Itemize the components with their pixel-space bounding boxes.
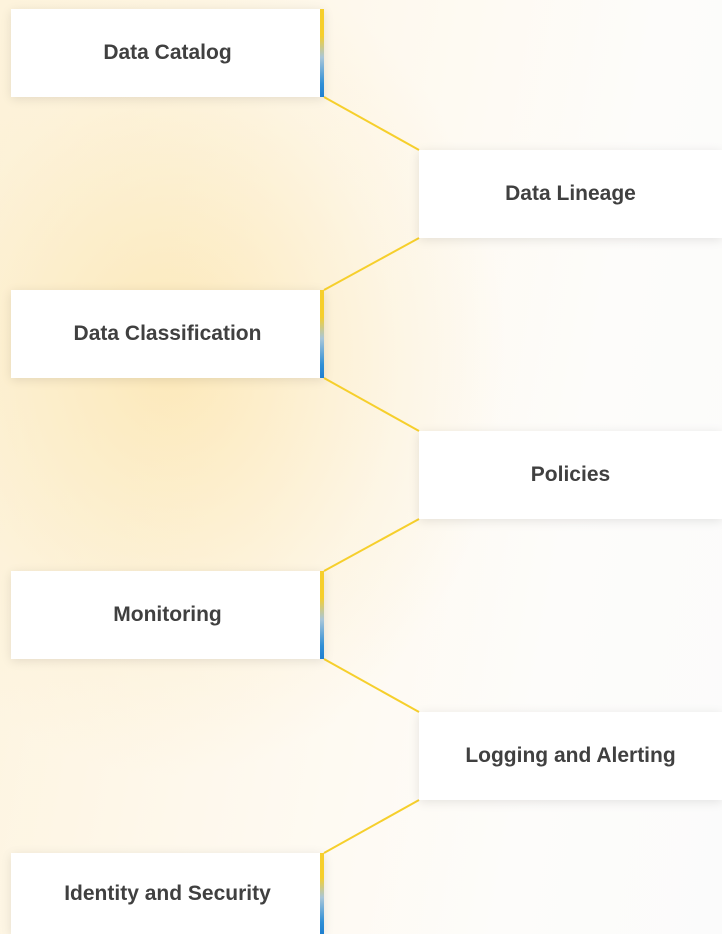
- node-label: Policies: [530, 463, 611, 486]
- node-accent-bar: [320, 9, 324, 97]
- node-label: Identity and Security: [64, 881, 271, 905]
- node-data-classification: Data Classification: [11, 290, 324, 378]
- node-label: Data Classification: [73, 322, 262, 345]
- node-data-lineage: Data Lineage: [419, 150, 722, 238]
- connector-line: [323, 237, 420, 291]
- node-accent-bar: [320, 571, 324, 659]
- node-label: Monitoring: [113, 603, 222, 626]
- node-label: Data Catalog: [103, 41, 232, 64]
- node-label: Logging and Alerting: [465, 744, 676, 767]
- node-logging-and-alerting: Logging and Alerting: [419, 712, 722, 800]
- connector-line: [323, 377, 420, 432]
- node-label: Data Lineage: [505, 182, 636, 205]
- node-accent-bar: [320, 853, 324, 934]
- connector-line: [323, 658, 420, 713]
- node-monitoring: Monitoring: [11, 571, 324, 659]
- node-accent-bar: [320, 290, 324, 378]
- connector-line: [323, 799, 420, 854]
- node-policies: Policies: [419, 431, 722, 519]
- connector-line: [323, 96, 420, 151]
- node-identity-and-security: Identity and Security: [11, 853, 324, 934]
- connector-line: [323, 518, 420, 572]
- node-data-catalog: Data Catalog: [11, 9, 324, 97]
